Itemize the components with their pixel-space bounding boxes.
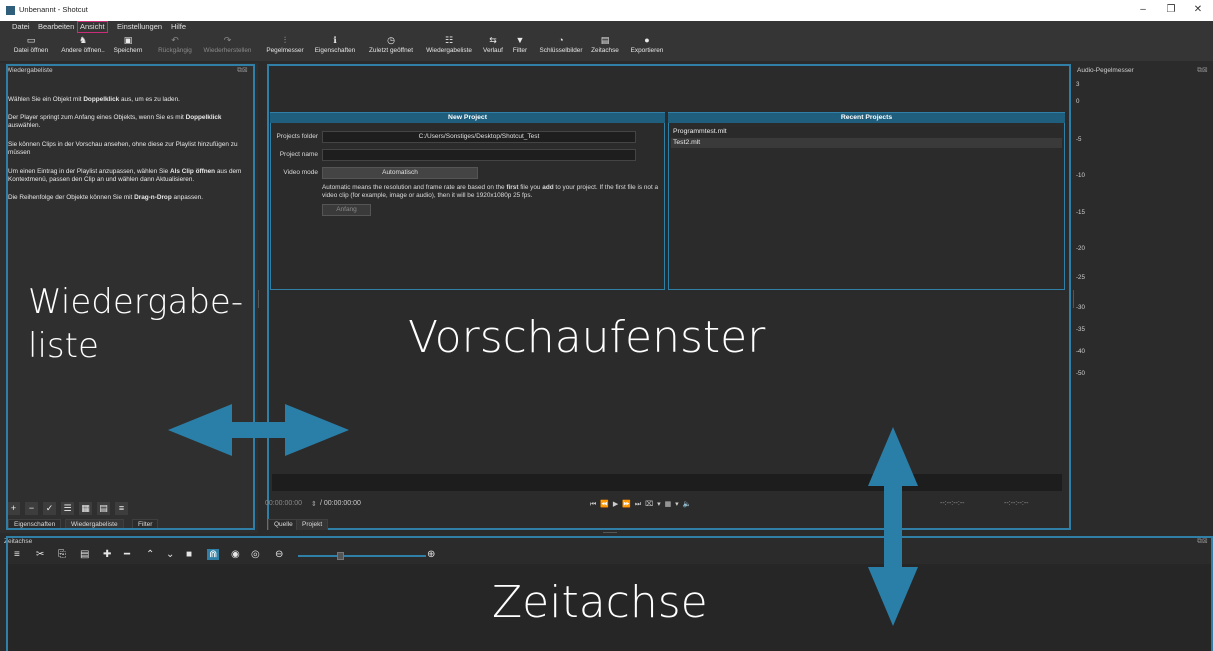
vertical-double-arrow — [868, 427, 918, 626]
annotation-arrows — [168, 404, 918, 626]
horizontal-double-arrow — [168, 404, 349, 456]
